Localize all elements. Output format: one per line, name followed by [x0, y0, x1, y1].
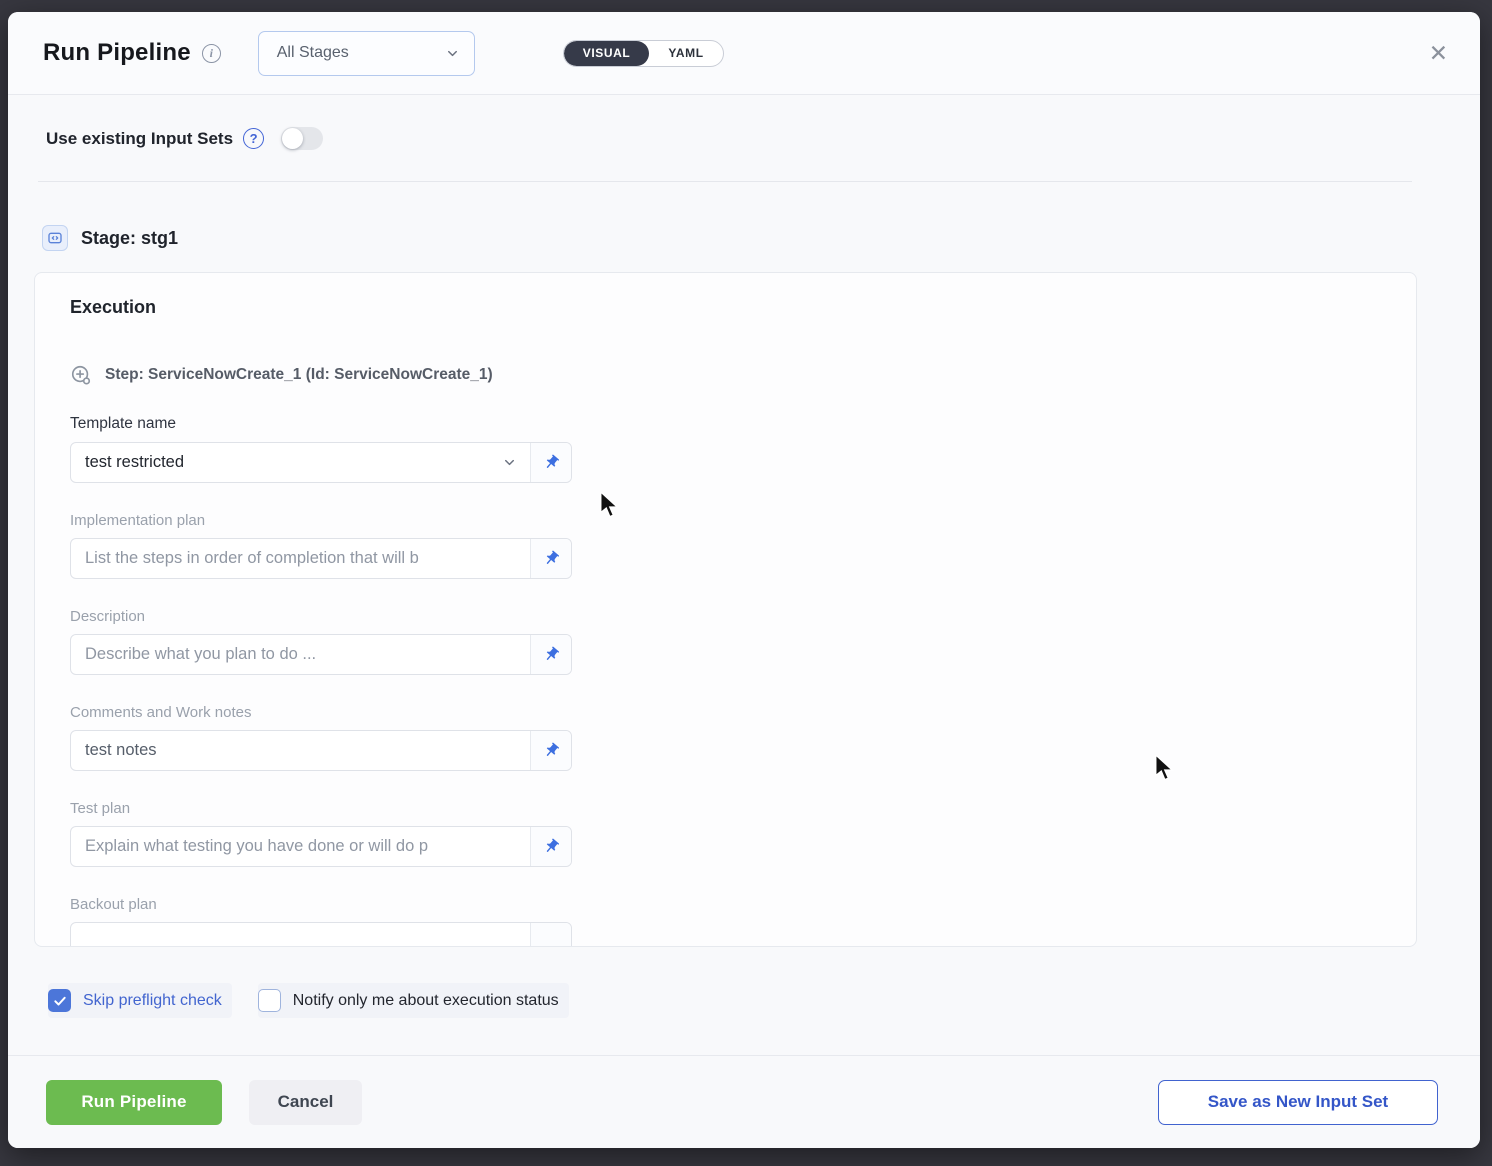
step-header-row: Step: ServiceNowCreate_1 (Id: ServiceNow… [70, 364, 1416, 386]
pin-icon[interactable] [530, 635, 571, 674]
skip-preflight-checkbox[interactable]: Skip preflight check [48, 983, 232, 1018]
custom-stage-icon [42, 225, 68, 251]
description-wrap [70, 634, 572, 675]
test-plan-wrap [70, 826, 572, 867]
test-plan-label: Test plan [70, 800, 1416, 817]
notify-only-me-checkbox[interactable]: Notify only me about execution status [258, 983, 569, 1018]
close-icon[interactable]: ✕ [1425, 38, 1452, 69]
skip-preflight-label: Skip preflight check [83, 992, 222, 1010]
pin-icon[interactable] [530, 923, 571, 947]
field-description: Description [70, 608, 1416, 675]
template-name-input[interactable] [71, 443, 502, 482]
pin-icon[interactable] [530, 539, 571, 578]
description-input[interactable] [71, 635, 530, 674]
dialog-header: Run Pipeline i All Stages VISUAL YAML ✕ [8, 12, 1480, 95]
tab-yaml[interactable]: YAML [649, 41, 722, 66]
view-mode-toggle: VISUAL YAML [563, 40, 724, 67]
cancel-button[interactable]: Cancel [249, 1080, 362, 1125]
pin-icon[interactable] [530, 443, 571, 482]
page-background: Run Pipeline i All Stages VISUAL YAML ✕ … [0, 0, 1492, 1166]
section-divider [38, 181, 1412, 182]
execution-section: Execution Step: ServiceNowCreate_1 (Id: … [34, 272, 1417, 947]
dialog-footer: Run Pipeline Cancel Save as New Input Se… [8, 1055, 1480, 1148]
field-implementation-plan: Implementation plan [70, 512, 1416, 579]
comments-input[interactable] [71, 731, 530, 770]
help-icon[interactable]: ? [243, 128, 264, 149]
execution-title: Execution [70, 297, 1416, 318]
step-title: Step: ServiceNowCreate_1 (Id: ServiceNow… [105, 366, 493, 384]
implementation-plan-wrap [70, 538, 572, 579]
run-pipeline-button[interactable]: Run Pipeline [46, 1080, 222, 1125]
template-name-label: Template name [70, 415, 1416, 433]
backout-plan-wrap [70, 922, 572, 947]
notify-only-me-label: Notify only me about execution status [293, 992, 559, 1010]
field-backout-plan: Backout plan [70, 896, 1416, 947]
description-label: Description [70, 608, 1416, 625]
test-plan-input[interactable] [71, 827, 530, 866]
stage-scope-select[interactable]: All Stages [258, 31, 475, 76]
run-options-row: Skip preflight check Notify only me abou… [48, 983, 1480, 1018]
tab-visual[interactable]: VISUAL [564, 41, 650, 66]
chevron-down-icon [445, 46, 460, 61]
checkbox-unchecked-icon[interactable] [258, 989, 281, 1012]
implementation-plan-input[interactable] [71, 539, 530, 578]
stage-title: Stage: stg1 [81, 228, 178, 249]
toggle-knob [282, 128, 303, 149]
field-template-name: Template name [70, 415, 1416, 483]
comments-wrap [70, 730, 572, 771]
step-icon [70, 364, 92, 386]
use-existing-input-sets-row: Use existing Input Sets ? [46, 127, 1480, 150]
field-comments: Comments and Work notes [70, 704, 1416, 771]
use-existing-input-sets-label: Use existing Input Sets [46, 129, 233, 149]
dialog-title: Run Pipeline [43, 39, 191, 67]
use-existing-input-sets-toggle[interactable] [281, 127, 323, 150]
save-as-new-input-set-button[interactable]: Save as New Input Set [1158, 1080, 1438, 1125]
stage-header-row: Stage: stg1 [42, 225, 1480, 251]
backout-plan-input[interactable] [71, 923, 530, 947]
pin-icon[interactable] [530, 731, 571, 770]
implementation-plan-label: Implementation plan [70, 512, 1416, 529]
checkbox-checked-icon[interactable] [48, 989, 71, 1012]
pin-icon[interactable] [530, 827, 571, 866]
info-icon: i [202, 44, 221, 63]
field-test-plan: Test plan [70, 800, 1416, 867]
run-pipeline-dialog: Run Pipeline i All Stages VISUAL YAML ✕ … [8, 12, 1480, 1148]
backout-plan-label: Backout plan [70, 896, 1416, 913]
chevron-down-icon[interactable] [502, 443, 530, 482]
stage-scope-value: All Stages [277, 44, 349, 62]
comments-label: Comments and Work notes [70, 704, 1416, 721]
template-name-select [70, 442, 572, 483]
